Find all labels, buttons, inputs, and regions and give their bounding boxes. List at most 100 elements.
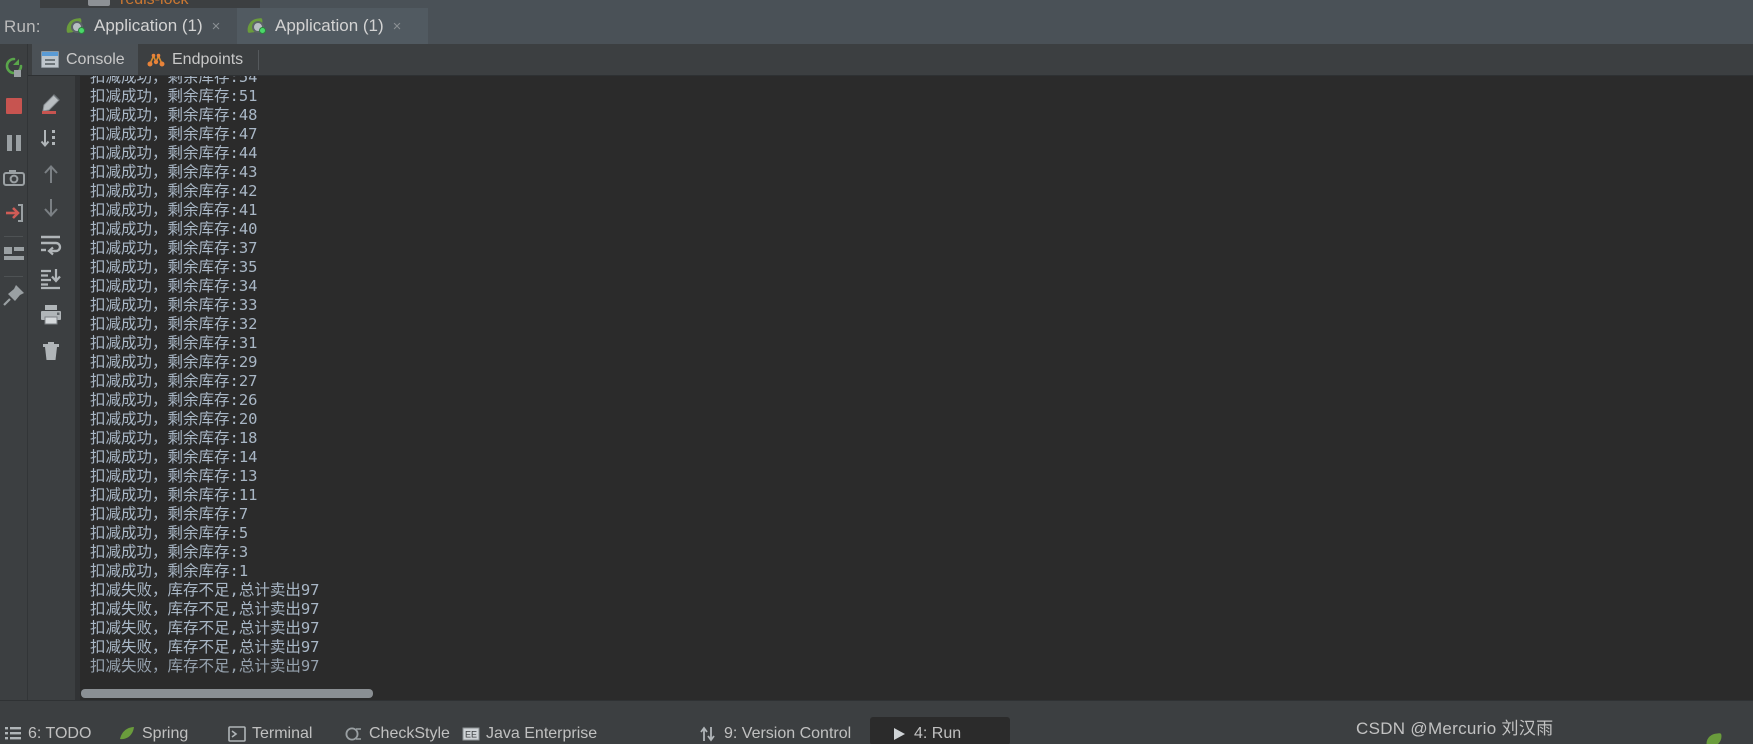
console-line: 扣减成功，剩余库存:41 <box>90 201 258 219</box>
console-line: 扣减成功，剩余库存:7 <box>90 505 249 523</box>
console-line: 扣减成功，剩余库存:40 <box>90 220 258 238</box>
trash-icon[interactable] <box>38 338 62 362</box>
subtab-divider <box>258 50 259 70</box>
todo-icon <box>4 725 22 743</box>
console-line: 扣减成功，剩余库存:35 <box>90 258 258 276</box>
console-text: 扣减成功，剩余库存:54 扣减成功，剩余库存:51 扣减成功，剩余库存:48 扣减成功… <box>80 76 1753 700</box>
console-line: 扣减失败，库存不足,总计卖出97 <box>90 600 320 618</box>
console-line: 扣减成功，剩余库存:1 <box>90 562 249 580</box>
tab-endpoints-label: Endpoints <box>172 50 244 68</box>
status-item-run[interactable]: 4: Run <box>890 723 961 744</box>
toolbar-separator <box>4 276 23 277</box>
sort-icon[interactable] <box>38 126 62 150</box>
console-line: 扣减成功，剩余库存:32 <box>90 315 258 333</box>
close-icon[interactable]: × <box>393 19 402 34</box>
run-tab-1-label: Application (1) <box>94 16 203 35</box>
console-line: 扣减失败，库存不足,总计卖出97 <box>90 657 320 675</box>
csdn-watermark: CSDN @Mercurio 刘汉雨 <box>1356 719 1554 738</box>
module-icon <box>88 0 110 6</box>
version-control-icon <box>700 725 718 743</box>
status-item-java-enterprise-label: Java Enterprise <box>486 725 598 742</box>
console-line: 扣减成功，剩余库存:14 <box>90 448 258 466</box>
status-item-version-control-label: 9: Version Control <box>724 725 852 742</box>
java-enterprise-icon: EE <box>462 725 480 743</box>
console-line: 扣减成功，剩余库存:3 <box>90 543 249 561</box>
console-line: 扣减失败，库存不足,总计卖出97 <box>90 619 320 637</box>
console-line: 扣减成功，剩余库存:47 <box>90 125 258 143</box>
status-item-checkstyle-label: CheckStyle <box>369 725 450 742</box>
status-item-terminal[interactable]: Terminal <box>228 723 312 744</box>
console-line: 扣减成功，剩余库存:20 <box>90 410 258 428</box>
console-line: 扣减失败，库存不足,总计卖出97 <box>90 638 320 656</box>
run-tab-bar: Run: Application (1) × Application (1) × <box>0 8 1753 44</box>
console-line: 扣减成功，剩余库存:43 <box>90 163 258 181</box>
console-line: 扣减成功，剩余库存:48 <box>90 106 258 124</box>
status-item-version-control[interactable]: 9: Version Control <box>700 723 851 744</box>
svg-text:EE: EE <box>465 730 477 740</box>
spring-leaf-run-icon <box>246 16 267 36</box>
console-line: 扣减成功，剩余库存:31 <box>90 334 258 352</box>
scroll-to-end-icon[interactable] <box>38 266 62 290</box>
console-line: 扣减成功，剩余库存:27 <box>90 372 258 390</box>
run-tab-1[interactable]: Application (1) × <box>56 8 237 44</box>
breadcrumb-left-fill <box>0 0 40 8</box>
console-line: 扣减成功，剩余库存:11 <box>90 486 258 504</box>
console-horizontal-scrollbar[interactable] <box>81 689 373 698</box>
idea-run-window: redis-lock Run: Application (1) × Applic… <box>0 0 1753 744</box>
console-line: 扣减成功，剩余库存:54 <box>90 76 258 86</box>
status-item-terminal-label: Terminal <box>252 725 313 742</box>
console-line: 扣减成功，剩余库存:42 <box>90 182 258 200</box>
status-item-spring-label: Spring <box>142 725 189 742</box>
spring-leaf-icon <box>118 725 136 743</box>
terminal-icon <box>228 725 246 743</box>
tab-endpoints[interactable]: Endpoints <box>138 44 258 75</box>
pin-icon[interactable] <box>2 283 26 307</box>
toolbar-separator <box>4 236 23 237</box>
stop-icon[interactable] <box>2 94 26 118</box>
breadcrumb-project-label: redis-lock <box>120 0 188 8</box>
run-label: Run: <box>4 17 41 36</box>
console-line: 扣减失败，库存不足,总计卖出97 <box>90 581 320 599</box>
status-item-todo-label: 6: TODO <box>28 725 92 742</box>
arrow-up-icon[interactable] <box>38 162 62 186</box>
console-line: 扣减成功，剩余库存:26 <box>90 391 258 409</box>
endpoints-icon <box>147 51 165 69</box>
tab-console[interactable]: Console <box>32 44 138 75</box>
console-actions-toolbar <box>28 76 75 700</box>
close-icon[interactable]: × <box>212 19 221 34</box>
run-actions-toolbar <box>0 44 28 700</box>
tab-console-label: Console <box>66 50 125 68</box>
camera-icon[interactable] <box>2 166 26 190</box>
run-tab-2-label: Application (1) <box>275 16 384 35</box>
status-item-spring[interactable]: Spring <box>118 723 188 744</box>
console-output-panel[interactable]: 扣减成功，剩余库存:54 扣减成功，剩余库存:51 扣减成功，剩余库存:48 扣减成功… <box>75 76 1753 700</box>
status-item-run-label: 4: Run <box>914 725 962 742</box>
spring-leaf-run-icon <box>65 16 86 36</box>
status-item-todo[interactable]: 6: TODO <box>4 723 91 744</box>
status-item-java-enterprise[interactable]: EE Java Enterprise <box>462 723 597 744</box>
console-line: 扣减成功，剩余库存:29 <box>90 353 258 371</box>
status-item-checkstyle[interactable]: CheckStyle <box>345 723 450 744</box>
rerun-icon[interactable] <box>2 56 26 80</box>
checkstyle-icon <box>345 725 363 743</box>
console-line: 扣减成功，剩余库存:5 <box>90 524 249 542</box>
layout-icon[interactable] <box>2 242 26 266</box>
print-icon[interactable] <box>38 302 62 326</box>
console-line: 扣减成功，剩余库存:51 <box>90 87 258 105</box>
console-subtab-bar: Console Endpoints <box>28 44 1753 76</box>
console-line: 扣减成功，剩余库存:34 <box>90 277 258 295</box>
console-line: 扣减成功，剩余库存:37 <box>90 239 258 257</box>
run-tab-2[interactable]: Application (1) × <box>237 8 428 44</box>
console-line: 扣减成功，剩余库存:33 <box>90 296 258 314</box>
wrap-text-icon[interactable] <box>38 231 62 256</box>
arrow-down-icon[interactable] <box>38 195 62 219</box>
run-play-icon <box>890 725 908 743</box>
pause-icon[interactable] <box>2 131 26 155</box>
console-line: 扣减成功，剩余库存:18 <box>90 429 258 447</box>
console-line: 扣减成功，剩余库存:44 <box>90 144 258 162</box>
breadcrumb-strip: redis-lock <box>0 0 1753 8</box>
highlighter-icon[interactable] <box>38 90 62 114</box>
console-line: 扣减成功，剩余库存:13 <box>90 467 258 485</box>
export-icon[interactable] <box>2 201 26 225</box>
breadcrumb-right-fill <box>260 0 1753 8</box>
